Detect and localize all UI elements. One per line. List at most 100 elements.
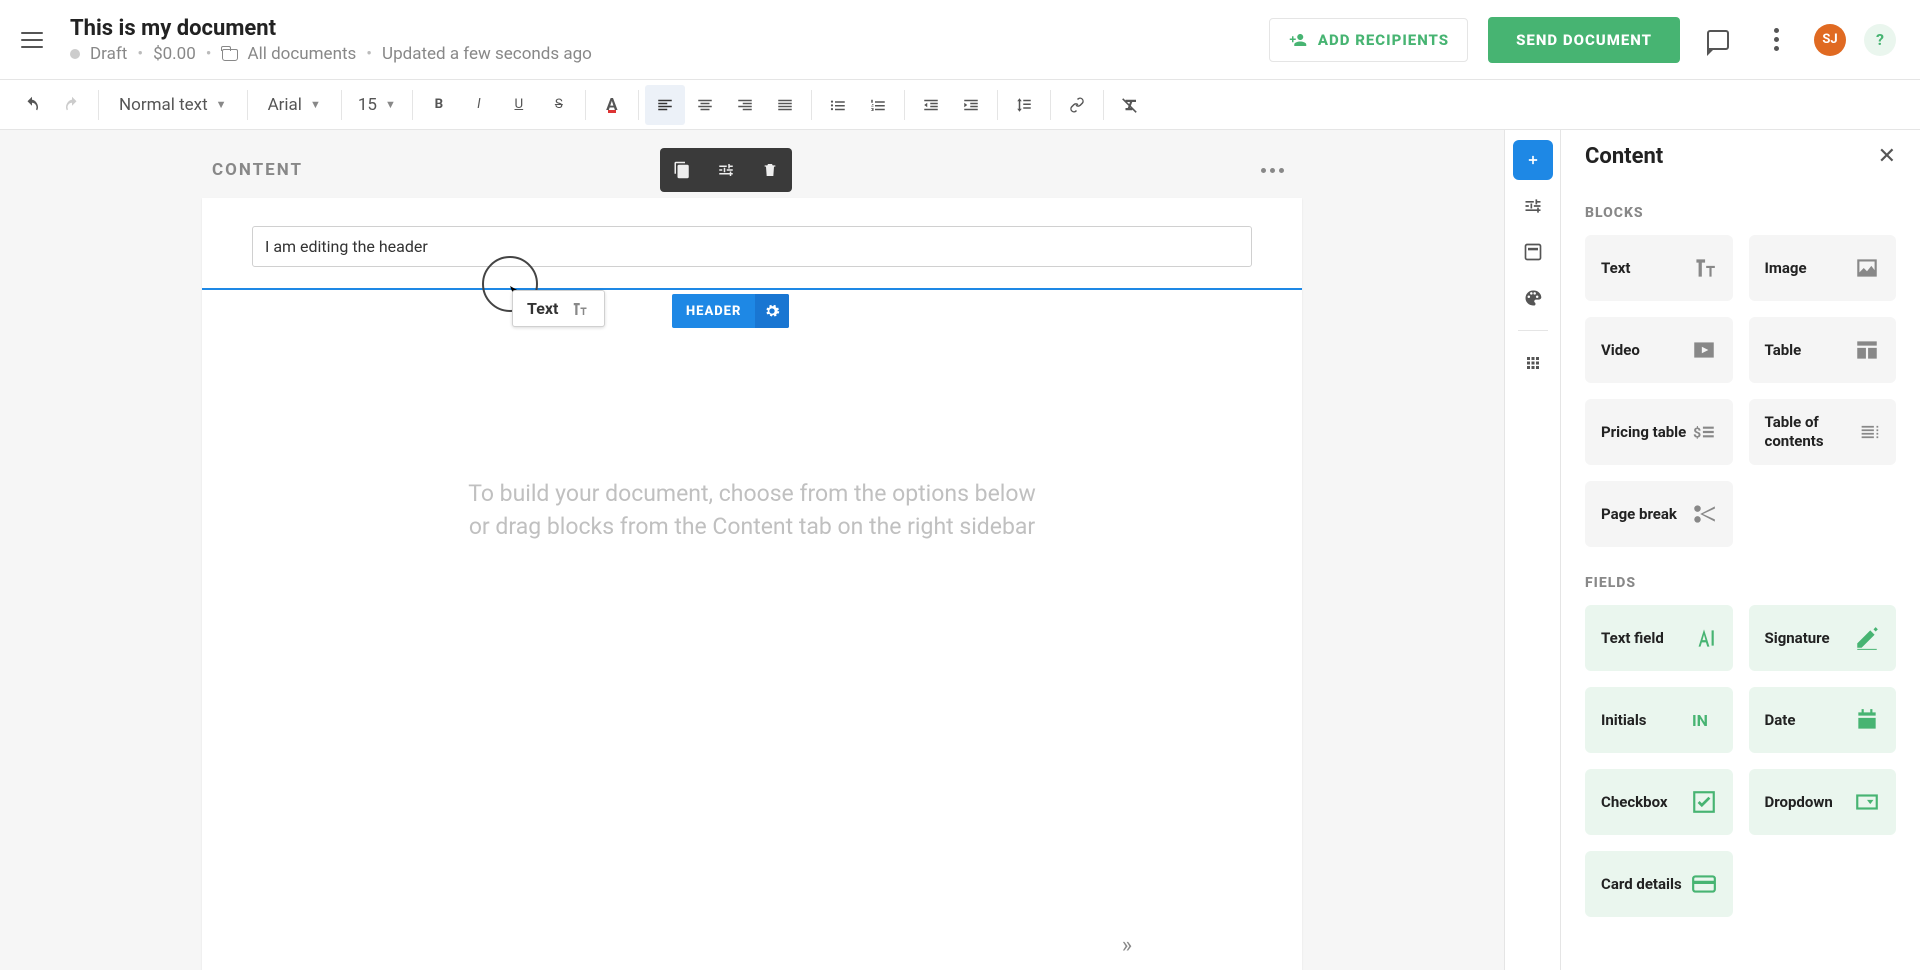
block-toc[interactable]: Table of contents [1749, 399, 1897, 465]
numbered-list-button[interactable] [858, 85, 898, 125]
rail-properties[interactable] [1513, 186, 1553, 226]
close-icon: ✕ [1878, 144, 1896, 169]
layout-icon [1523, 242, 1543, 262]
block-table[interactable]: Table [1749, 317, 1897, 383]
block-pricing-table[interactable]: Pricing table $ [1585, 399, 1733, 465]
status-dot-icon [70, 49, 80, 59]
content-panel: Content ✕ BLOCKS Text Image Video Table … [1560, 130, 1920, 970]
align-justify-button[interactable] [765, 85, 805, 125]
bold-button[interactable]: B [419, 85, 459, 125]
block-page-break[interactable]: Page break [1585, 481, 1733, 547]
block-pricing-label: Pricing table [1601, 423, 1686, 442]
block-image[interactable]: Image [1749, 235, 1897, 301]
empty-state-text: To build your document, choose from the … [252, 477, 1252, 544]
block-video-label: Video [1601, 341, 1640, 360]
send-document-button[interactable]: SEND DOCUMENT [1488, 17, 1680, 63]
align-center-button[interactable] [685, 85, 725, 125]
panel-close-button[interactable]: ✕ [1878, 144, 1896, 169]
section-more-button[interactable] [1252, 150, 1292, 190]
collapse-sidebar-button[interactable]: » [1122, 933, 1132, 958]
rail-add-content[interactable] [1513, 140, 1553, 180]
header-text-input[interactable] [252, 226, 1252, 267]
outdent-button[interactable] [911, 85, 951, 125]
calendar-icon [1854, 707, 1880, 733]
document-title[interactable]: This is my document [70, 16, 1269, 41]
rail-layout[interactable] [1513, 232, 1553, 272]
hamburger-icon [21, 32, 43, 48]
align-left-button[interactable] [645, 85, 685, 125]
document-updated: Updated a few seconds ago [382, 44, 592, 64]
svg-text:$: $ [1693, 424, 1701, 441]
clear-formatting-button[interactable] [1110, 85, 1150, 125]
text-style-select[interactable]: Normal text▼ [105, 85, 241, 125]
nav-menu-button[interactable] [12, 20, 52, 60]
document-page[interactable]: Text HEADER To build your document, choo… [202, 198, 1302, 970]
document-location[interactable]: All documents [248, 44, 357, 64]
field-card-details[interactable]: Card details [1585, 851, 1733, 917]
plus-circle-icon [1523, 150, 1543, 170]
comments-button[interactable] [1698, 20, 1738, 60]
field-text[interactable]: Text field [1585, 605, 1733, 671]
gear-icon [764, 303, 780, 319]
rail-design[interactable] [1513, 278, 1553, 318]
image-icon [1854, 255, 1880, 281]
redo-button[interactable] [52, 85, 92, 125]
block-video[interactable]: Video [1585, 317, 1733, 383]
header-block-pill[interactable]: HEADER [672, 294, 789, 328]
document-amount: $0.00 [153, 44, 196, 64]
scissors-icon [1691, 501, 1717, 527]
drag-preview-text-block: Text [512, 290, 605, 327]
block-table-label: Table [1765, 341, 1802, 360]
strikethrough-icon: S [555, 97, 563, 112]
formatting-toolbar: Normal text▼ Arial▼ 15▼ B I U S A [0, 80, 1920, 130]
line-spacing-button[interactable] [1004, 85, 1044, 125]
initials-icon: IN [1691, 707, 1717, 733]
add-recipients-button[interactable]: ADD RECIPIENTS [1269, 18, 1468, 62]
more-actions-button[interactable] [1756, 20, 1796, 60]
underline-button[interactable]: U [499, 85, 539, 125]
font-size-select[interactable]: 15▼ [348, 85, 406, 125]
text-color-icon: A [606, 95, 617, 115]
chevron-down-icon: ▼ [216, 98, 227, 111]
svg-text:IN: IN [1692, 711, 1708, 730]
field-checkbox[interactable]: Checkbox [1585, 769, 1733, 835]
header-pill-settings[interactable] [755, 294, 789, 328]
rail-apps[interactable] [1513, 343, 1553, 383]
delete-block-button[interactable] [748, 148, 792, 192]
align-right-button[interactable] [725, 85, 765, 125]
duplicate-icon [673, 161, 691, 179]
more-horizontal-icon [1261, 168, 1284, 173]
field-checkbox-label: Checkbox [1601, 793, 1668, 812]
duplicate-block-button[interactable] [660, 148, 704, 192]
separator-dot: • [206, 44, 212, 64]
numbered-list-icon [869, 96, 887, 114]
block-properties-button[interactable] [704, 148, 748, 192]
panel-title: Content [1585, 144, 1663, 169]
font-family-label: Arial [268, 95, 302, 115]
section-label: CONTENT [212, 160, 303, 180]
field-initials[interactable]: Initials IN [1585, 687, 1733, 753]
italic-button[interactable]: I [459, 85, 499, 125]
insert-link-button[interactable] [1057, 85, 1097, 125]
indent-button[interactable] [951, 85, 991, 125]
field-initials-label: Initials [1601, 711, 1647, 730]
field-dropdown[interactable]: Dropdown [1749, 769, 1897, 835]
header-pill-label: HEADER [672, 295, 755, 328]
font-family-select[interactable]: Arial▼ [254, 85, 335, 125]
block-toc-label: Table of contents [1765, 413, 1860, 451]
text-block-icon [568, 300, 590, 318]
field-date-label: Date [1765, 711, 1796, 730]
field-date[interactable]: Date [1749, 687, 1897, 753]
strikethrough-button[interactable]: S [539, 85, 579, 125]
undo-button[interactable] [12, 85, 52, 125]
checkbox-icon [1691, 789, 1717, 815]
help-button[interactable]: ? [1864, 24, 1896, 56]
user-avatar[interactable]: SJ [1814, 24, 1846, 56]
sliders-icon [717, 161, 735, 179]
block-text[interactable]: Text [1585, 235, 1733, 301]
field-signature[interactable]: Signature [1749, 605, 1897, 671]
toc-icon [1859, 419, 1880, 445]
bullet-list-button[interactable] [818, 85, 858, 125]
text-color-button[interactable]: A [592, 85, 632, 125]
indent-icon [962, 96, 980, 114]
